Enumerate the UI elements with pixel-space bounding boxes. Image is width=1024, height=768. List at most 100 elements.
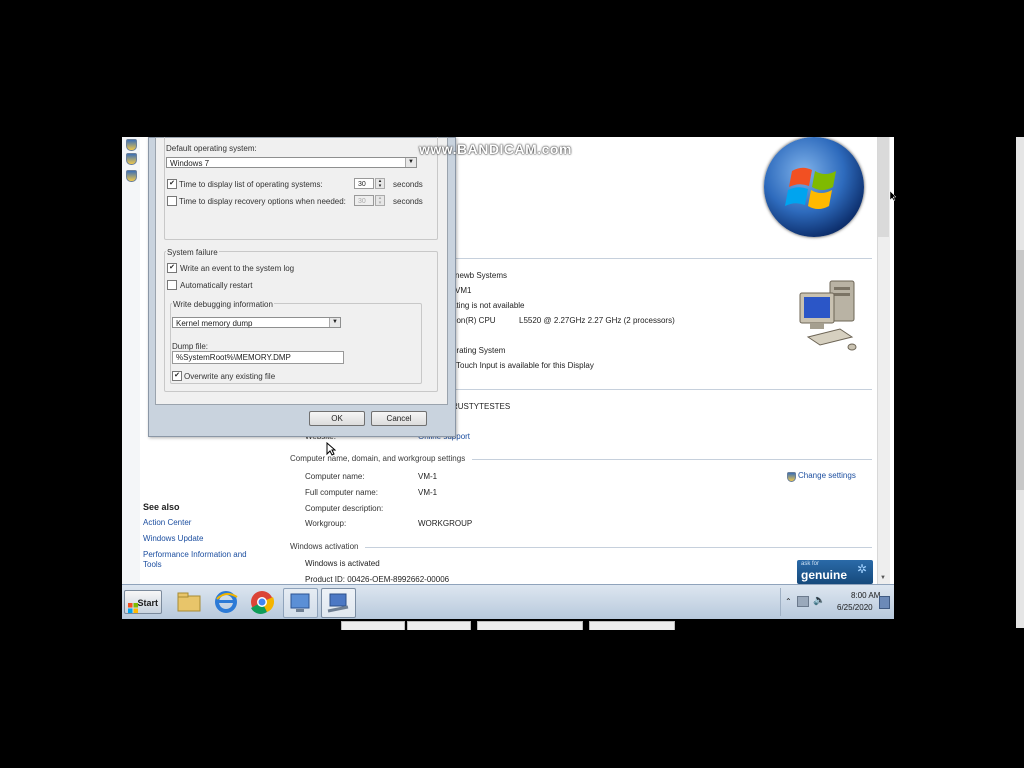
- model-value: VM1: [455, 286, 472, 295]
- start-button[interactable]: Start: [124, 590, 162, 614]
- startup-recovery-dialog: Default operating system: Windows 7 ▼ ✔ …: [148, 137, 456, 437]
- genuine-top-text: ask for: [801, 561, 820, 567]
- network-tray-icon[interactable]: [797, 596, 809, 607]
- system-failure-title: System failure: [166, 248, 219, 257]
- windows-update-link[interactable]: Windows Update: [143, 534, 203, 543]
- action-center-link[interactable]: Action Center: [143, 518, 191, 527]
- workgroup-label: Workgroup:: [305, 519, 347, 528]
- window-scrollbar[interactable]: ▼: [877, 137, 890, 585]
- cancel-button[interactable]: Cancel: [371, 411, 427, 426]
- activation-status: Windows is activated: [305, 559, 380, 568]
- change-settings-link[interactable]: Change settings: [787, 471, 867, 483]
- control-tab: [589, 621, 675, 630]
- performance-info-link[interactable]: Performance Information and Tools: [143, 550, 255, 570]
- write-event-checkbox[interactable]: ✔: [167, 263, 177, 273]
- control-tab: [407, 621, 471, 630]
- activation-section-title: Windows activation: [290, 542, 359, 551]
- overwrite-checkbox[interactable]: ✔: [172, 371, 182, 381]
- default-os-value: Windows 7: [170, 159, 210, 168]
- genuine-badge[interactable]: ask for genuine ✲: [797, 560, 873, 584]
- system-properties-icon[interactable]: [321, 588, 356, 618]
- clock-time[interactable]: 8:00 AM: [851, 591, 880, 600]
- default-os-dropdown[interactable]: Windows 7 ▼: [166, 157, 417, 168]
- seconds-label: seconds: [393, 197, 423, 206]
- scroll-down-icon[interactable]: ▼: [880, 575, 886, 581]
- mouse-cursor-icon: [889, 190, 897, 204]
- dump-file-input[interactable]: %SystemRoot%\MEMORY.DMP: [172, 351, 344, 364]
- seconds-label: seconds: [393, 180, 423, 189]
- computer-section-title: Computer name, domain, and workgroup set…: [290, 454, 466, 463]
- genuine-main-text: genuine: [801, 568, 848, 582]
- processor-model: L5520 @ 2.27GHz 2.27 GHz (2 processors): [519, 316, 675, 325]
- pen-touch-value: Touch Input is available for this Displa…: [456, 361, 594, 370]
- show-desktop-button[interactable]: [879, 596, 890, 609]
- time-list-input[interactable]: 30: [354, 178, 374, 189]
- debug-type-dropdown[interactable]: Kernel memory dump ▼: [172, 317, 341, 328]
- time-list-label: Time to display list of operating system…: [179, 180, 323, 189]
- divider: [365, 547, 872, 548]
- divider: [452, 258, 872, 259]
- computer-name-value: VM-1: [418, 472, 438, 481]
- write-event-label: Write an event to the system log: [180, 264, 295, 273]
- processor-value: eon(R) CPU: [452, 316, 496, 325]
- change-settings-label: Change settings: [798, 471, 856, 480]
- taskbar: Start ⌃ 🔈 8:00 AM 6/25/2020: [122, 584, 894, 619]
- support-value: RUSTYTESTES: [452, 402, 511, 411]
- ok-button[interactable]: OK: [309, 411, 365, 426]
- time-recovery-label: Time to display recovery options when ne…: [179, 197, 346, 206]
- shield-icon: [126, 153, 137, 165]
- control-tab: [341, 621, 405, 630]
- page-scrollbar-thumb[interactable]: [1016, 250, 1024, 490]
- time-recovery-spinner[interactable]: ▴ ▾: [375, 195, 385, 206]
- full-computer-name-value: VM-1: [418, 488, 438, 497]
- chrome-icon[interactable]: [246, 588, 279, 616]
- system-tray: ⌃ 🔈 8:00 AM 6/25/2020: [780, 588, 890, 616]
- scrollbar-thumb[interactable]: [878, 137, 889, 237]
- product-id: Product ID: 00426-OEM-8992662-00006: [305, 575, 450, 584]
- chevron-down-icon[interactable]: ▼: [405, 158, 416, 167]
- ie-icon[interactable]: [210, 588, 243, 616]
- shield-icon: [787, 472, 796, 482]
- debug-info-title: Write debugging information: [172, 300, 274, 309]
- dialog-content: Default operating system: Windows 7 ▼ ✔ …: [155, 137, 448, 405]
- divider: [472, 459, 872, 460]
- computer-icon: [796, 277, 860, 357]
- bandicam-watermark: www.BANDICAM.com: [419, 141, 572, 157]
- manufacturer-value: newb Systems: [455, 271, 508, 280]
- shield-icon: [126, 170, 137, 182]
- default-os-label: Default operating system:: [166, 144, 257, 153]
- windows-logo: [764, 137, 864, 237]
- explorer-icon[interactable]: [172, 588, 205, 616]
- dump-file-label: Dump file:: [172, 342, 209, 351]
- computer-description-label: Computer description:: [305, 504, 384, 513]
- time-recovery-checkbox[interactable]: [167, 196, 177, 206]
- left-strip: [122, 137, 140, 618]
- divider: [452, 389, 872, 390]
- volume-icon[interactable]: 🔈: [813, 595, 825, 606]
- auto-restart-checkbox[interactable]: [167, 280, 177, 290]
- start-label: Start: [137, 598, 158, 608]
- auto-restart-label: Automatically restart: [180, 281, 253, 290]
- time-list-checkbox[interactable]: ✔: [167, 179, 177, 189]
- rating-value: ating is not available: [452, 301, 525, 310]
- workgroup-value: WORKGROUP: [418, 519, 473, 528]
- system-window: newb Systems VM1 ating is not available …: [122, 137, 894, 618]
- show-hidden-icons-icon[interactable]: ⌃: [785, 597, 792, 606]
- chevron-down-icon[interactable]: ▼: [329, 318, 340, 327]
- debug-type-value: Kernel memory dump: [176, 319, 253, 328]
- control-tab: [477, 621, 583, 630]
- computer-name-label: Computer name:: [305, 472, 365, 481]
- page-scrollbar[interactable]: [1016, 137, 1024, 628]
- shield-icon: [126, 139, 137, 151]
- time-list-spinner[interactable]: ▴ ▾: [375, 178, 385, 189]
- mouse-cursor-icon: [326, 441, 337, 458]
- time-recovery-input[interactable]: 30: [354, 195, 374, 206]
- clock-date[interactable]: 6/25/2020: [837, 603, 873, 612]
- windows-flag-icon: [128, 598, 138, 613]
- see-also-title: See also: [143, 502, 180, 512]
- full-computer-name-label: Full computer name:: [305, 488, 378, 497]
- system-type-value: erating System: [452, 346, 506, 355]
- overwrite-label: Overwrite any existing file: [184, 372, 276, 381]
- star-icon: ✲: [857, 562, 868, 576]
- network-icon[interactable]: [283, 588, 318, 618]
